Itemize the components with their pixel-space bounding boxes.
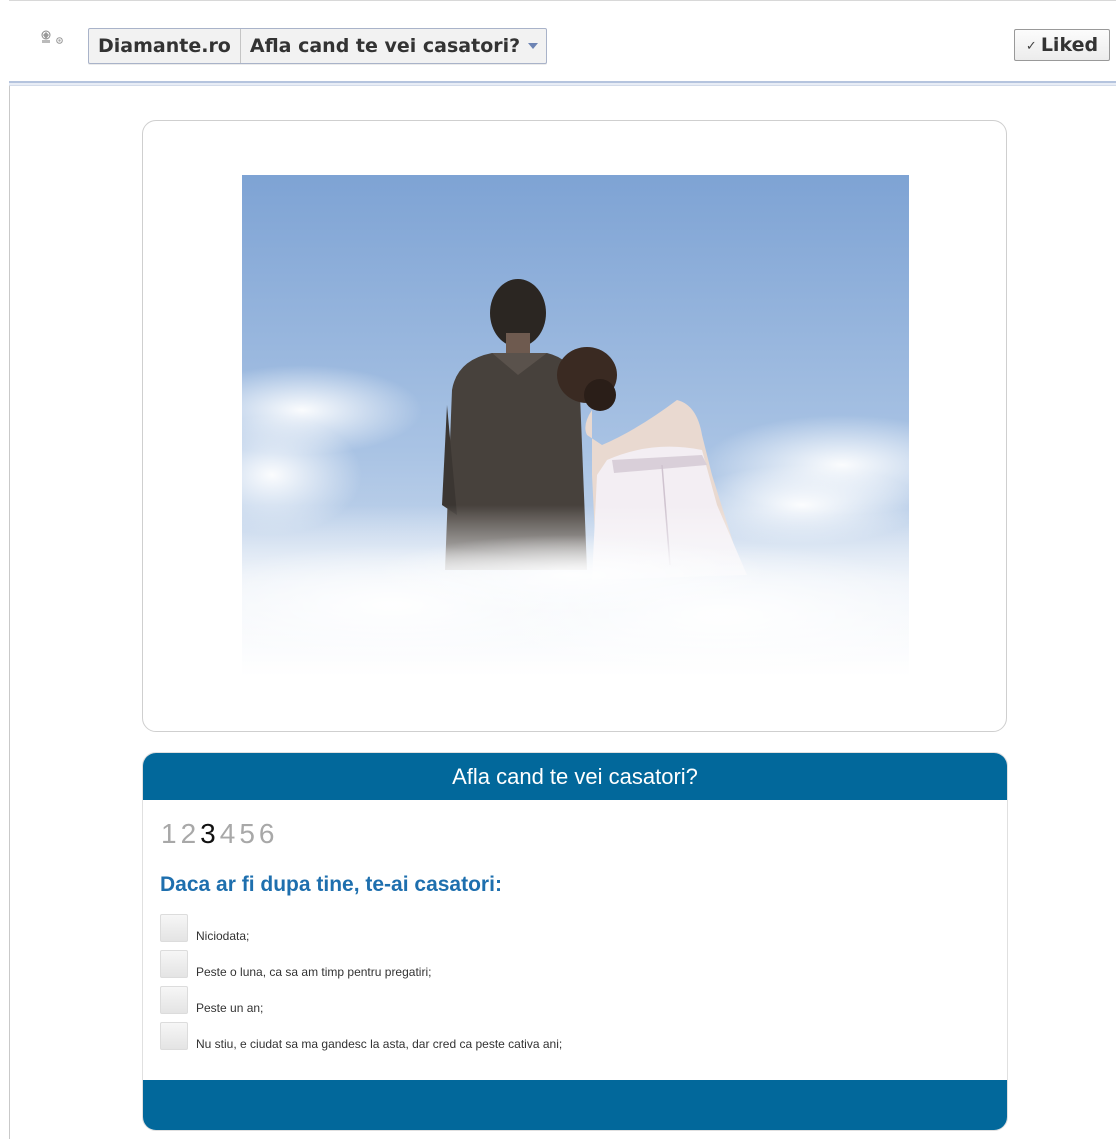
- answer-option[interactable]: Peste un an;: [160, 986, 860, 1022]
- step-5: 5: [239, 818, 255, 849]
- answer-checkbox[interactable]: [160, 1022, 188, 1050]
- answer-option[interactable]: Niciodata;: [160, 914, 860, 950]
- answer-label[interactable]: Peste un an;: [196, 1001, 263, 1015]
- answer-checkbox[interactable]: [160, 914, 188, 942]
- step-6: 6: [258, 818, 275, 849]
- app-menu-button[interactable]: Afla cand te vei casatori?: [241, 29, 546, 63]
- app-header: Diamante.ro Afla cand te vei casatori? ✓…: [9, 1, 1116, 83]
- liked-label: Liked: [1040, 34, 1099, 56]
- answer-label[interactable]: Nu stiu, e ciudat sa ma gandesc la asta,…: [196, 1037, 562, 1051]
- step-1: 1: [161, 818, 177, 849]
- diamond-logo-icon: [41, 30, 51, 43]
- question-text: Daca ar fi dupa tine, te-ai casatori:: [160, 873, 502, 896]
- answer-label[interactable]: Niciodata;: [196, 929, 249, 943]
- quiz-footer-bar: [143, 1080, 1007, 1130]
- quiz-title: Afla cand te vei casatori?: [143, 753, 1007, 800]
- couple-in-clouds-image: [242, 175, 909, 677]
- check-icon: ✓: [1025, 38, 1037, 54]
- header-divider: [9, 81, 1116, 86]
- answer-checkbox[interactable]: [160, 986, 188, 1014]
- step-4: 4: [219, 818, 236, 849]
- small-gem-icon: [56, 37, 63, 44]
- answer-options: Niciodata; Peste o luna, ca sa am timp p…: [160, 914, 860, 1058]
- left-frame-border: [0, 0, 10, 1139]
- page-name-link[interactable]: Diamante.ro: [89, 29, 241, 63]
- answer-label[interactable]: Peste o luna, ca sa am timp pentru prega…: [196, 965, 431, 979]
- step-indicator: 1 2 3 4 5 6: [161, 819, 274, 849]
- page-logo[interactable]: [32, 23, 76, 67]
- breadcrumb: Diamante.ro Afla cand te vei casatori?: [88, 28, 548, 64]
- quiz-panel: Afla cand te vei casatori? 1 2 3 4 5 6 D…: [142, 752, 1008, 1131]
- answer-option[interactable]: Nu stiu, e ciudat sa ma gandesc la asta,…: [160, 1022, 860, 1058]
- answer-checkbox[interactable]: [160, 950, 188, 978]
- photo-card: [142, 120, 1007, 732]
- app-title-label: Afla cand te vei casatori?: [249, 35, 521, 57]
- step-3-current: 3: [200, 818, 216, 849]
- liked-button[interactable]: ✓ Liked: [1014, 29, 1110, 61]
- step-2: 2: [180, 818, 197, 849]
- chevron-down-icon: [528, 43, 539, 49]
- answer-option[interactable]: Peste o luna, ca sa am timp pentru prega…: [160, 950, 860, 986]
